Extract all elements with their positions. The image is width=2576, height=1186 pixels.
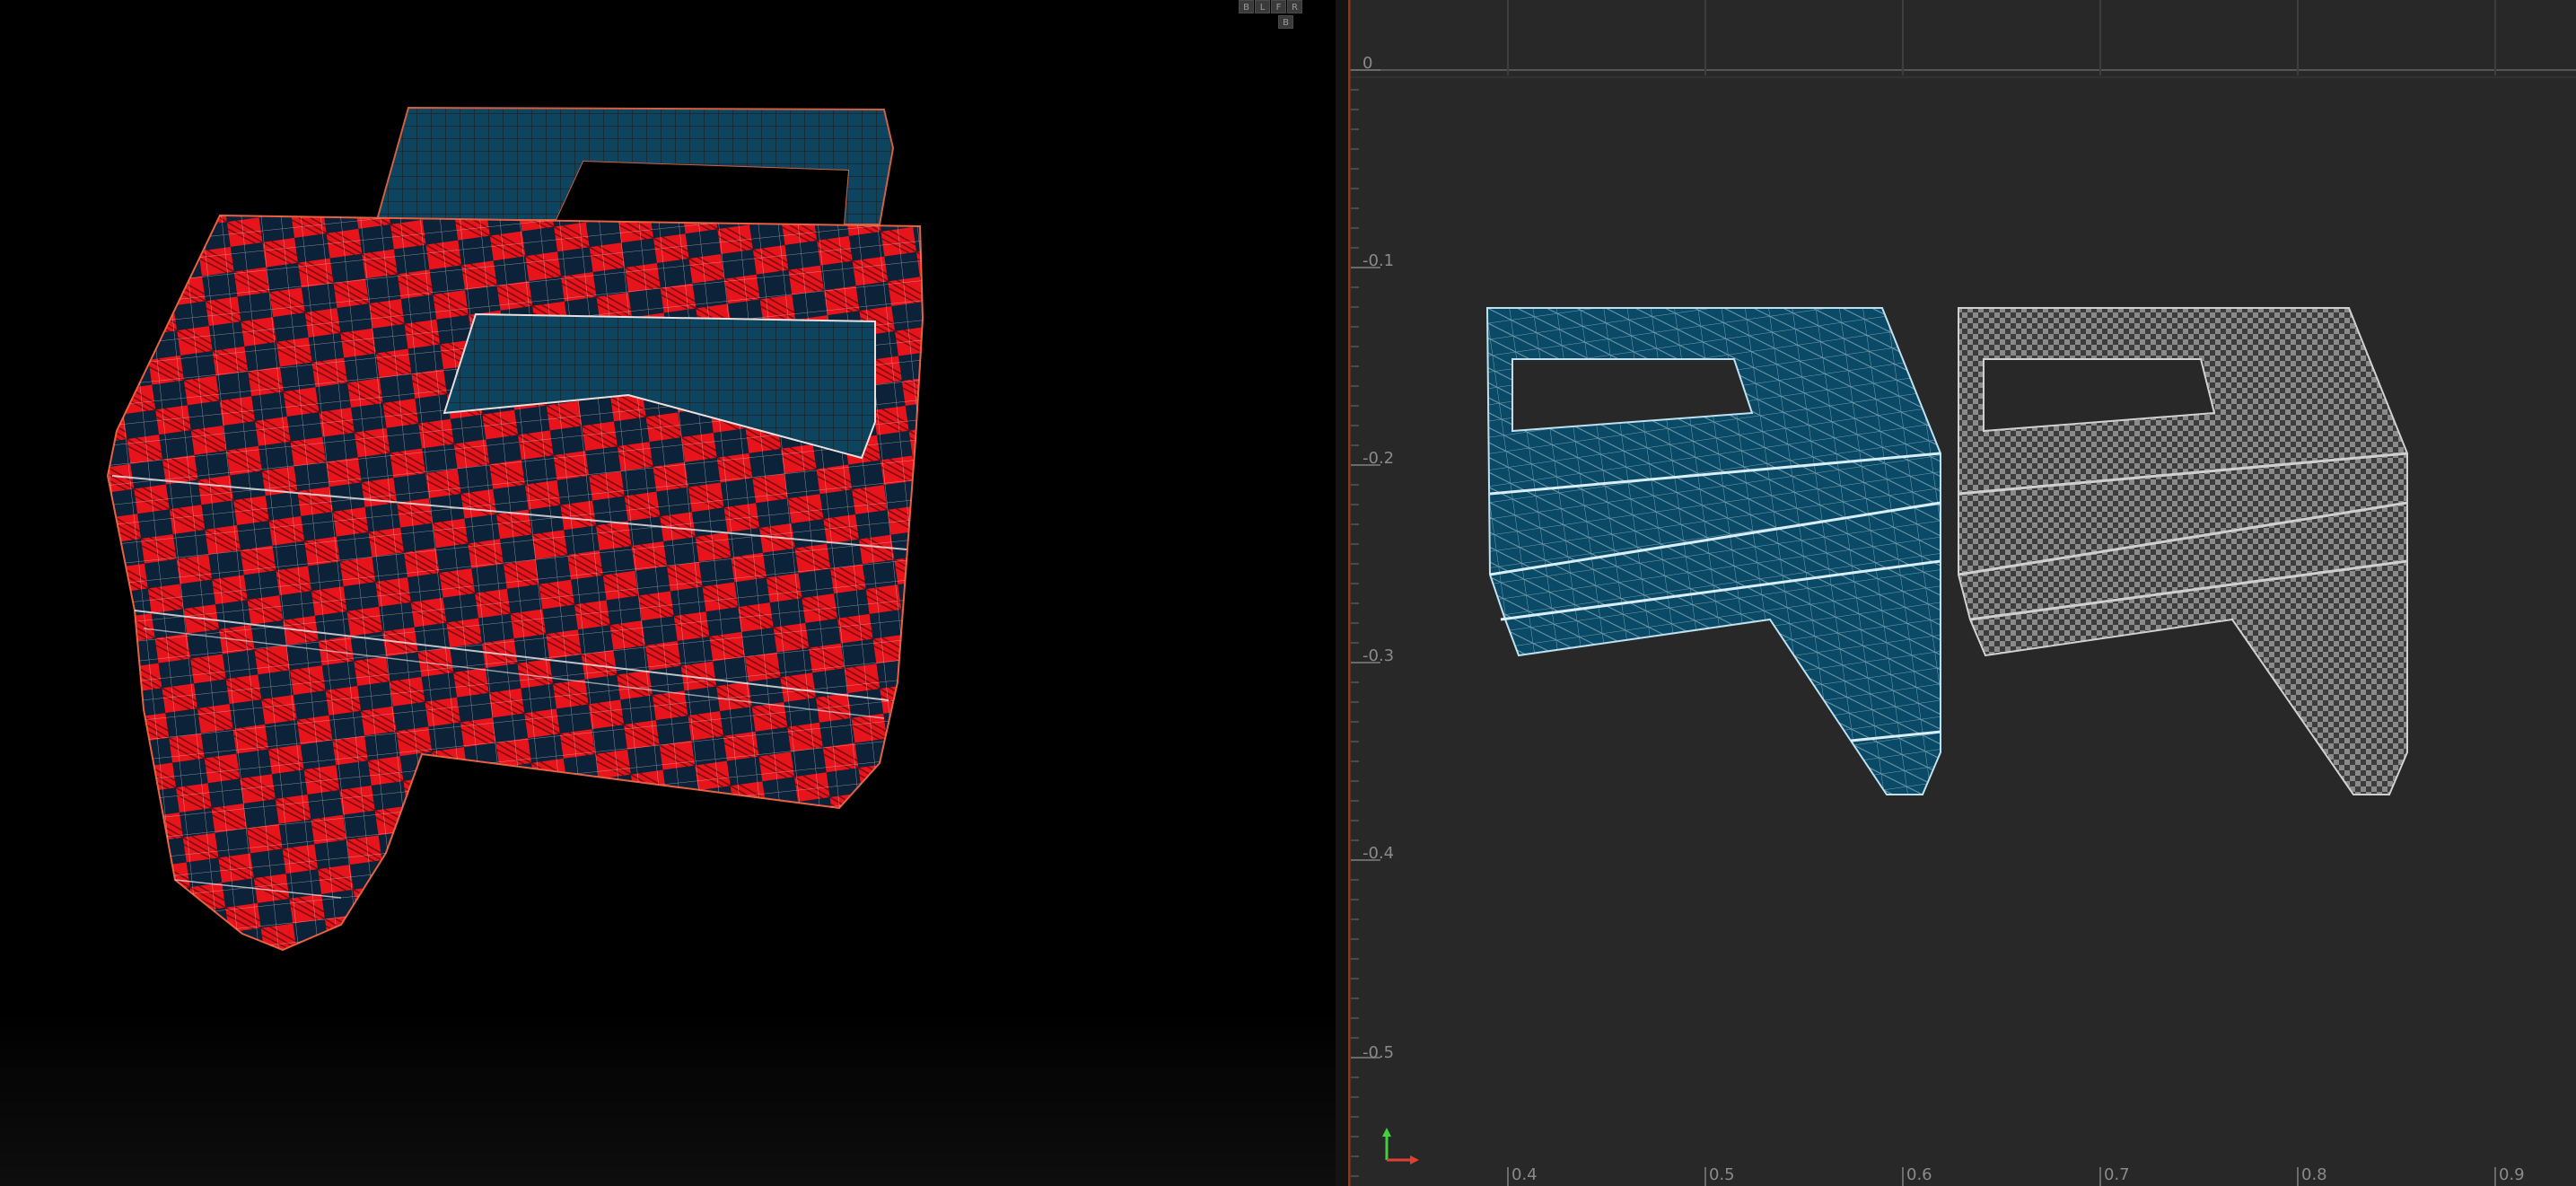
mesh-body-checker	[106, 214, 924, 952]
v-tick-label: -0.4	[1362, 844, 1395, 863]
uv-shell-selected	[1485, 307, 1941, 795]
v-tick-label: -0.2	[1362, 449, 1395, 468]
v-tick-label: 0	[1362, 54, 1373, 73]
uv-editor[interactable]: 0 -0.1 -0.2 -0.3 -0.4 -0.5 0.4 0.5 0.6 0…	[1348, 0, 2576, 1186]
uv-shell-checker	[1958, 307, 2408, 795]
uv-top-ruler	[1348, 0, 2576, 78]
v-tick-label: -0.5	[1362, 1043, 1395, 1062]
uv-bottom-ruler	[1507, 1167, 2496, 1186]
u-tick-label: 0.5	[1709, 1165, 1735, 1184]
u-tick-label: 0.6	[1906, 1165, 1932, 1184]
u-tick-label: 0.9	[2499, 1165, 2525, 1184]
v-tick-label: -0.1	[1362, 251, 1395, 270]
uv-left-ruler	[1348, 0, 1380, 1186]
uv-axis-gizmo	[1382, 1128, 1419, 1164]
mesh-handle-back	[375, 106, 895, 225]
uv-canvas[interactable]	[1348, 0, 2576, 1186]
u-tick-label: 0.7	[2104, 1165, 2130, 1184]
mesh-render[interactable]	[0, 0, 1336, 1186]
u-tick-label: 0.4	[1511, 1165, 1538, 1184]
u-tick-label: 0.8	[2301, 1165, 2327, 1184]
panel-splitter[interactable]	[1336, 0, 1348, 1186]
3d-viewport[interactable]: B L F R B	[0, 0, 1336, 1186]
v-tick-label: -0.3	[1362, 646, 1395, 665]
